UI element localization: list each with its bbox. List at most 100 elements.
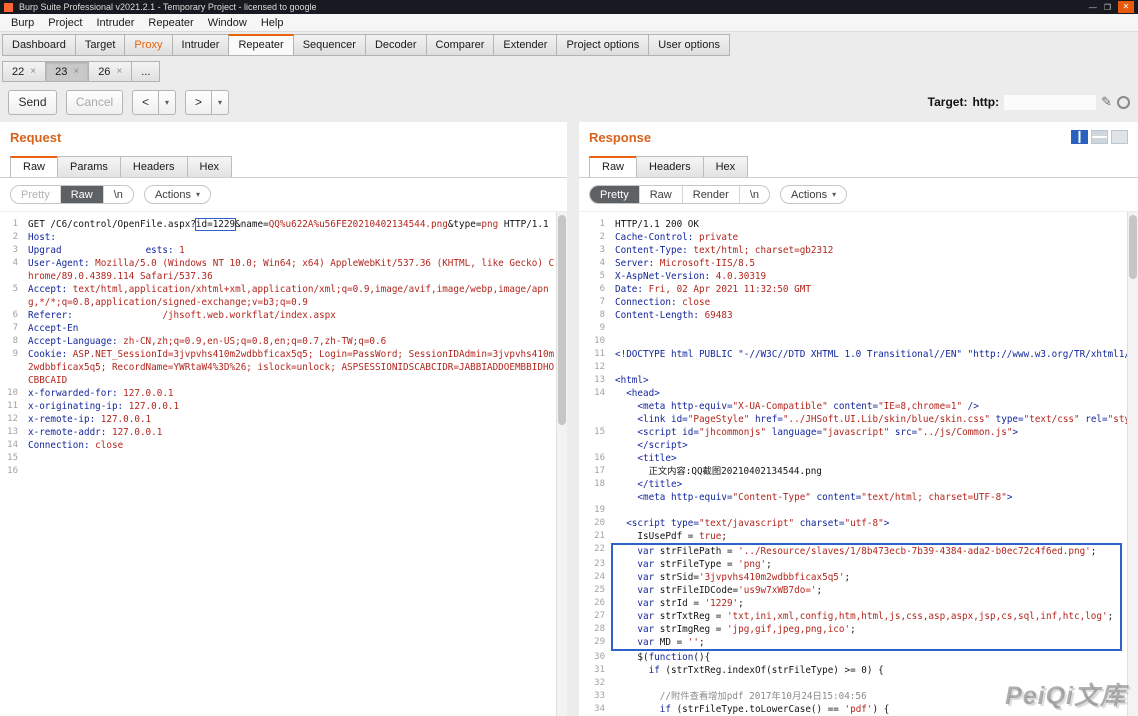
code-token bbox=[615, 546, 637, 557]
repeater-tab-22[interactable]: 22× bbox=[2, 61, 46, 82]
tab-user-options[interactable]: User options bbox=[648, 34, 730, 56]
tab-target[interactable]: Target bbox=[75, 34, 126, 56]
line-number: 34 bbox=[581, 703, 611, 716]
code-line: 11<!DOCTYPE html PUBLIC "-//W3C//DTD XHT… bbox=[581, 348, 1127, 361]
view-top-bottom-button[interactable] bbox=[1091, 130, 1108, 144]
line-text: Accept-Language: zh-CN,zh;q=0.9,en-US;q=… bbox=[24, 335, 556, 348]
tab-raw[interactable]: Raw bbox=[589, 156, 637, 177]
tab-intruder[interactable]: Intruder bbox=[172, 34, 230, 56]
maximize-button[interactable]: ❐ bbox=[1104, 2, 1111, 13]
scrollbar-thumb[interactable] bbox=[558, 215, 566, 425]
tab-params[interactable]: Params bbox=[57, 156, 121, 177]
code-line: <link id="PageStyle" href="../JHSoft.UI.… bbox=[581, 413, 1127, 426]
code-token: $( bbox=[615, 652, 649, 663]
code-token: var bbox=[637, 611, 654, 622]
back-button[interactable]: < bbox=[132, 90, 159, 115]
code-token bbox=[615, 611, 637, 622]
tab-proxy[interactable]: Proxy bbox=[124, 34, 172, 56]
back-dropdown-button[interactable]: ▾ bbox=[159, 90, 176, 115]
view-raw-button[interactable]: Raw bbox=[61, 186, 104, 203]
code-token: true bbox=[699, 531, 721, 542]
tab-decoder[interactable]: Decoder bbox=[365, 34, 427, 56]
response-scrollbar[interactable] bbox=[1127, 212, 1138, 716]
actions-label: Actions bbox=[791, 189, 827, 201]
tab-hex[interactable]: Hex bbox=[703, 156, 749, 177]
repeater-tab-item[interactable]: ... bbox=[131, 61, 160, 82]
tab-hex[interactable]: Hex bbox=[187, 156, 233, 177]
line-number: 1 bbox=[2, 218, 24, 231]
view-raw-button[interactable]: Raw bbox=[640, 186, 683, 203]
view-pretty-button[interactable]: Pretty bbox=[590, 186, 640, 203]
tab-extender[interactable]: Extender bbox=[493, 34, 557, 56]
menu-burp[interactable]: Burp bbox=[4, 16, 41, 30]
line-text bbox=[24, 452, 556, 465]
code-line: 2Cache-Control: private bbox=[581, 231, 1127, 244]
code-line: 24 var strSid='3jvpvhs410m2wdbbficax5q5'… bbox=[581, 571, 1127, 584]
target-config-icon[interactable] bbox=[1117, 96, 1130, 109]
menu-help[interactable]: Help bbox=[254, 16, 291, 30]
code-token bbox=[615, 704, 660, 715]
code-token bbox=[615, 518, 626, 529]
repeater-tab-23[interactable]: 23× bbox=[45, 61, 89, 82]
tab-close-icon[interactable]: × bbox=[73, 66, 79, 77]
code-token: /> bbox=[962, 401, 979, 412]
tab-dashboard[interactable]: Dashboard bbox=[2, 34, 76, 56]
tab-project-options[interactable]: Project options bbox=[556, 34, 649, 56]
scrollbar-thumb[interactable] bbox=[1129, 215, 1137, 279]
code-line: 28 var strImgReg = 'jpg,gif,jpeg,png,ico… bbox=[581, 623, 1127, 636]
repeater-tab-26[interactable]: 26 × bbox=[88, 61, 132, 82]
menu-intruder[interactable]: Intruder bbox=[90, 16, 142, 30]
code-token bbox=[615, 427, 637, 438]
tab-repeater[interactable]: Repeater bbox=[228, 34, 293, 56]
line-number bbox=[581, 439, 611, 452]
menu-repeater[interactable]: Repeater bbox=[141, 16, 200, 30]
code-token bbox=[615, 598, 637, 609]
line-number: 6 bbox=[2, 309, 24, 322]
tab-close-icon[interactable]: × bbox=[116, 66, 122, 77]
editor-view-toggle: PrettyRawRender\n bbox=[589, 185, 770, 204]
response-editor[interactable]: 1HTTP/1.1 200 OK2Cache-Control: private3… bbox=[579, 212, 1127, 716]
tab-close-icon[interactable]: × bbox=[30, 66, 36, 77]
line-text: IsUsePdf = true; bbox=[611, 530, 1127, 543]
view-linebreak-button[interactable]: \n bbox=[104, 186, 133, 203]
tab-sequencer[interactable]: Sequencer bbox=[293, 34, 366, 56]
request-editor[interactable]: 1GET /C6/control/OpenFile.aspx?id=1229&n… bbox=[0, 212, 556, 716]
forward-dropdown-button[interactable]: ▾ bbox=[212, 90, 229, 115]
code-token: Content-Type: bbox=[615, 245, 688, 256]
view-render-button[interactable]: Render bbox=[683, 186, 740, 203]
window-title: Burp Suite Professional v2021.2.1 - Temp… bbox=[19, 2, 1089, 12]
send-button[interactable]: Send bbox=[8, 90, 57, 115]
code-line: 16 bbox=[2, 465, 556, 478]
menu-project[interactable]: Project bbox=[41, 16, 89, 30]
cancel-button[interactable]: Cancel bbox=[66, 90, 123, 115]
view-side-by-side-button[interactable] bbox=[1071, 130, 1088, 144]
view-linebreak-button[interactable]: \n bbox=[740, 186, 769, 203]
menu-window[interactable]: Window bbox=[201, 16, 254, 30]
code-token: QQ%u622A%u56FE20210402134544.png bbox=[269, 219, 448, 230]
code-token: language= bbox=[766, 427, 822, 438]
response-panel: Response RawHeadersHex PrettyRawRender\n… bbox=[579, 122, 1138, 716]
code-token: var bbox=[637, 637, 654, 648]
code-token: ; bbox=[721, 531, 727, 542]
tab-headers[interactable]: Headers bbox=[636, 156, 704, 177]
view-pretty-button[interactable]: Pretty bbox=[11, 186, 61, 203]
view-tabs-button[interactable] bbox=[1111, 130, 1128, 144]
repeater-tab-label: ... bbox=[141, 66, 150, 78]
code-token: IsUsePdf = bbox=[615, 531, 699, 542]
actions-button[interactable]: Actions▾ bbox=[780, 185, 847, 204]
minimize-button[interactable]: — bbox=[1089, 2, 1097, 13]
repeater-tab-label: 26 bbox=[98, 66, 110, 78]
tab-headers[interactable]: Headers bbox=[120, 156, 188, 177]
code-token bbox=[78, 323, 145, 334]
close-button[interactable]: ✕ bbox=[1118, 1, 1134, 13]
code-token: "../JHSoft.UI.Lib/skin/blue/skin.css" bbox=[783, 414, 990, 425]
actions-button[interactable]: Actions▾ bbox=[144, 185, 211, 204]
code-token: GET /C6/control/OpenFile.aspx? bbox=[28, 219, 196, 230]
request-scrollbar[interactable] bbox=[556, 212, 567, 716]
tab-comparer[interactable]: Comparer bbox=[426, 34, 495, 56]
tab-raw[interactable]: Raw bbox=[10, 156, 58, 177]
line-number: 9 bbox=[2, 348, 24, 387]
forward-button[interactable]: > bbox=[185, 90, 212, 115]
line-number: 30 bbox=[581, 651, 611, 664]
edit-pencil-icon[interactable]: ✎ bbox=[1101, 94, 1112, 110]
